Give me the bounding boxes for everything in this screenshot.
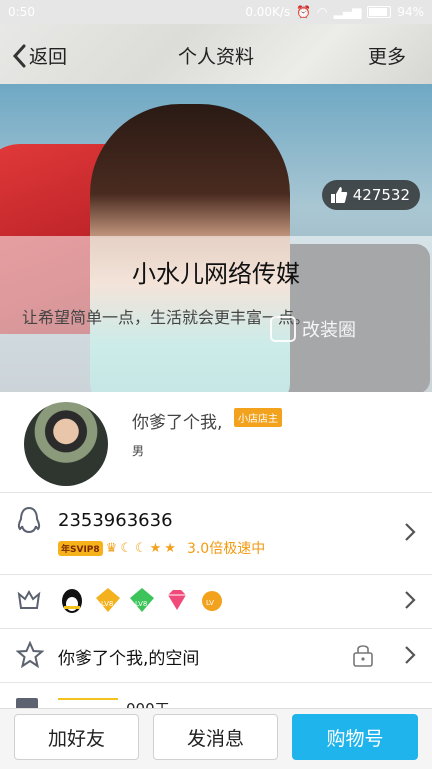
chevron-right-icon	[405, 646, 416, 664]
crown-outline-icon	[17, 589, 41, 609]
star-icon: ★	[149, 540, 162, 556]
motto-text: 让希望简单一点，生活就会更丰富一点。	[22, 308, 311, 327]
more-button[interactable]: 更多	[368, 42, 406, 69]
battery-level: 94%	[397, 5, 424, 19]
like-count: 427532	[352, 186, 410, 204]
bottom-action-bar: 加好友 发消息 购物号	[0, 708, 432, 769]
badges-row[interactable]: LV8 LV8 LV	[0, 574, 432, 629]
signal-icon: ▂▄▆	[333, 5, 362, 19]
qzone-row[interactable]: 你爹了个我,的空间	[0, 628, 432, 683]
chevron-right-icon	[405, 591, 416, 609]
lock-icon	[353, 645, 373, 667]
shop-name: 小水儿网络传媒	[132, 260, 300, 288]
battery-icon	[367, 6, 392, 18]
qq-number: 2353963636	[58, 510, 173, 531]
nickname: 你爹了个我,	[132, 413, 223, 433]
crown-icon: ♛	[105, 540, 118, 556]
svg-text:LV8: LV8	[101, 600, 113, 608]
status-bar: 0:50 0.00K/s ⏰ ◠ ▂▄▆ 94%	[0, 0, 432, 24]
watermark-logo-icon	[270, 316, 296, 342]
avatar[interactable]	[24, 402, 108, 486]
status-time: 0:50	[8, 5, 35, 19]
title-bar: 返回 个人资料 更多	[0, 24, 432, 84]
alarm-icon: ⏰	[296, 5, 312, 19]
qq-info-row[interactable]: 2353963636 年SVIP8 ♛ ☾ ☾ ★ ★ 3.0倍极速中	[0, 492, 432, 575]
send-message-button[interactable]: 发消息	[153, 714, 278, 760]
add-friend-button[interactable]: 加好友	[14, 714, 139, 760]
shopping-account-button[interactable]: 购物号	[292, 714, 418, 760]
diamond-badge-icon	[163, 586, 191, 614]
shop-owner-badge: 小店店主	[234, 408, 282, 427]
wifi-icon: ◠	[317, 5, 328, 19]
cover-watermark: 改装圈	[270, 316, 356, 342]
star-icon: ★	[164, 540, 176, 556]
network-speed: 0.00K/s	[245, 5, 291, 19]
vip-status: 年SVIP8 ♛ ☾ ☾ ★ ★ 3.0倍极速中	[58, 538, 265, 558]
penguin-icon	[17, 506, 41, 534]
gender-label: 男	[132, 444, 145, 458]
watermark-text: 改装圈	[302, 320, 356, 341]
lv8-green-badge-icon: LV8	[128, 586, 156, 614]
cover-image[interactable]: 427532 小水儿网络传媒 让希望简单一点，生活就会更丰富一点。 改装圈	[0, 84, 432, 392]
qzone-label: 你爹了个我,的空间	[58, 649, 200, 669]
orange-badge-icon: LV	[198, 586, 226, 614]
thumbs-up-icon	[330, 187, 347, 203]
svip-badge: 年SVIP8	[58, 540, 103, 556]
moon-icon: ☾	[134, 540, 147, 556]
lv8-crown-badge-icon: LV8	[94, 586, 122, 614]
star-outline-icon	[16, 641, 44, 669]
chevron-right-icon	[405, 523, 416, 541]
qq-penguin-badge-icon	[58, 586, 86, 614]
svg-text:LV8: LV8	[135, 600, 147, 608]
status-indicators: 0.00K/s ⏰ ◠ ▂▄▆ 94%	[245, 5, 424, 19]
svg-text:LV: LV	[206, 599, 214, 607]
like-button[interactable]: 427532	[321, 180, 420, 210]
profile-section: 你爹了个我, 小店店主 男	[0, 392, 432, 493]
moon-icon: ☾	[120, 540, 132, 556]
speed-text: 3.0倍极速中	[186, 541, 266, 557]
